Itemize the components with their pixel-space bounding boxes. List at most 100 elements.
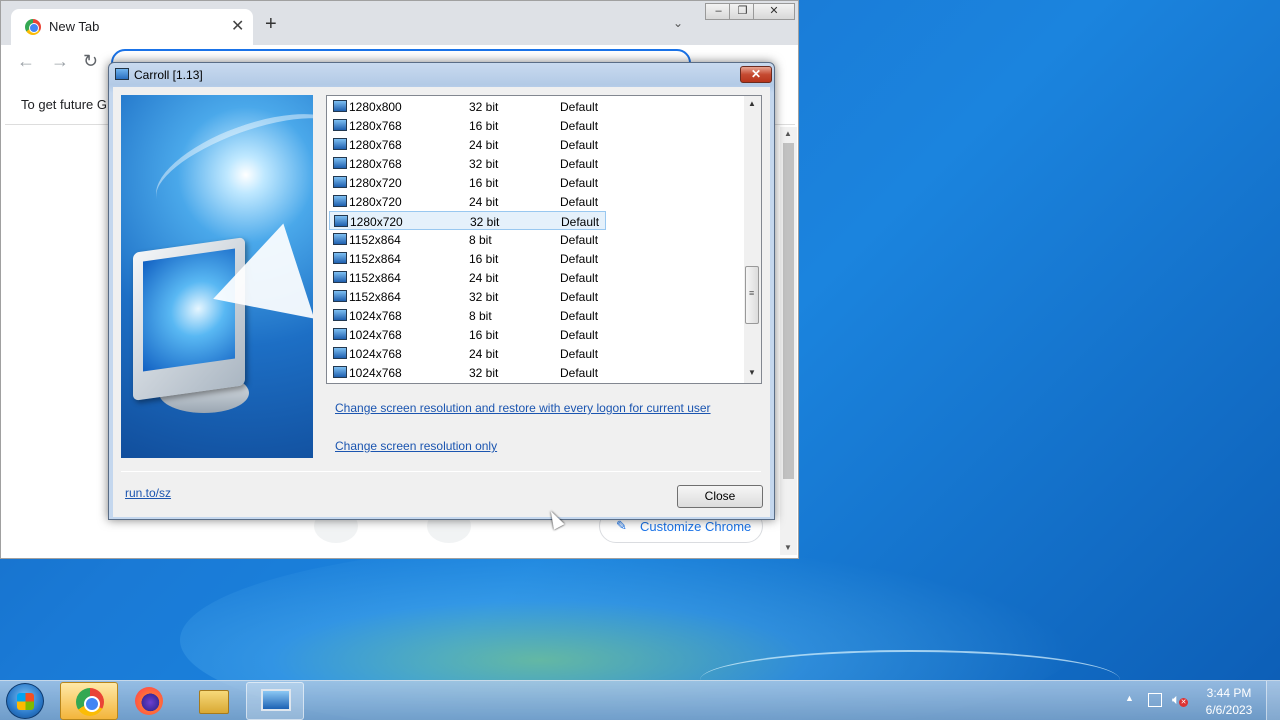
taskbar: ▲ 🔈︎ ✕ 3:44 PM 6/6/2023 <box>0 680 1280 720</box>
resolution-frequency: Default <box>560 119 599 133</box>
resolution-row[interactable]: 1280x768 24 bit Default <box>329 135 606 154</box>
resolution-list[interactable]: 1280x800 32 bit Default 1280x768 16 bit Defau… <box>326 95 762 384</box>
dialog-body: 1280x800 32 bit Default 1280x768 16 bit Defau… <box>113 87 770 517</box>
resolution-color-depth: 24 bit <box>469 347 499 361</box>
forward-arrow-icon[interactable]: → <box>51 51 69 72</box>
resolution-size: 1280x768 <box>349 157 402 171</box>
resolution-color-depth: 32 bit <box>469 290 499 304</box>
taskbar-firefox[interactable] <box>120 682 178 720</box>
start-button[interactable] <box>6 683 44 719</box>
resolution-row[interactable]: 1280x720 32 bit Default <box>329 211 606 230</box>
show-desktop-button[interactable] <box>1266 681 1280 720</box>
run-to-sz-link[interactable]: run.to/sz <box>125 486 171 500</box>
monitor-icon <box>333 138 347 150</box>
monitor-icon <box>333 252 347 264</box>
taskbar-carroll[interactable] <box>246 682 304 720</box>
action-center-flag-icon[interactable] <box>1148 693 1162 707</box>
resolution-frequency: Default <box>560 195 599 209</box>
pencil-icon: ✎ <box>616 518 627 533</box>
chrome-tab-new-tab[interactable]: New Tab ✕ <box>11 9 253 45</box>
clock-date[interactable]: 6/6/2023 <box>1200 703 1258 717</box>
scroll-up-icon[interactable]: ▲ <box>784 129 792 138</box>
resolution-row[interactable]: 1280x768 16 bit Default <box>329 116 606 135</box>
page-scrollbar[interactable]: ▲ ▼ <box>780 127 797 555</box>
reload-icon[interactable]: ↻ <box>83 51 98 72</box>
resolution-row[interactable]: 1280x768 32 bit Default <box>329 154 606 173</box>
window-close-button[interactable]: ✕ <box>753 3 795 20</box>
chrome-logo-icon <box>25 19 41 35</box>
resolution-color-depth: 16 bit <box>469 252 499 266</box>
resolution-row[interactable]: 1152x864 16 bit Default <box>329 249 606 268</box>
page-scrollbar-thumb[interactable] <box>783 143 794 479</box>
monitor-icon <box>261 689 291 711</box>
monitor-icon <box>333 176 347 188</box>
resolution-frequency: Default <box>560 290 599 304</box>
muted-x-icon: ✕ <box>1179 698 1188 707</box>
chrome-icon <box>76 688 104 716</box>
monitor-icon <box>333 233 347 245</box>
resolution-color-depth: 32 bit <box>469 157 499 171</box>
resolution-color-depth: 16 bit <box>469 119 499 133</box>
monitor-icon <box>333 328 347 340</box>
resolution-row[interactable]: 1024x768 8 bit Default <box>329 306 606 325</box>
resolution-row[interactable]: 1152x864 32 bit Default <box>329 287 606 306</box>
tab-search-chevron-icon[interactable]: ⌄ <box>673 16 683 30</box>
taskbar-chrome[interactable] <box>60 682 118 720</box>
resolution-frequency: Default <box>560 176 599 190</box>
scroll-down-icon[interactable]: ▼ <box>748 368 756 377</box>
grip-icon: ≡ <box>749 288 755 298</box>
resolution-frequency: Default <box>560 252 599 266</box>
resolution-size: 1280x720 <box>350 215 403 229</box>
monitor-icon <box>333 309 347 321</box>
resolution-row[interactable]: 1152x864 24 bit Default <box>329 268 606 287</box>
change-and-restore-link[interactable]: Change screen resolution and restore wit… <box>335 401 711 415</box>
monitor-icon <box>115 68 129 80</box>
resolution-size: 1280x768 <box>349 119 402 133</box>
tab-close-icon[interactable]: ✕ <box>231 16 244 36</box>
windows-logo-icon <box>17 693 34 710</box>
resolution-size: 1152x864 <box>349 252 401 266</box>
clock-time[interactable]: 3:44 PM <box>1200 686 1258 700</box>
close-button[interactable]: Close <box>677 485 763 508</box>
scroll-up-icon[interactable]: ▲ <box>748 99 756 108</box>
resolution-frequency: Default <box>560 328 599 342</box>
resolution-row[interactable]: 1152x864 8 bit Default <box>329 230 606 249</box>
folder-icon <box>199 690 229 714</box>
resolution-size: 1152x864 <box>349 290 401 304</box>
monitor-icon <box>333 157 347 169</box>
resolution-row[interactable]: 1024x768 24 bit Default <box>329 344 606 363</box>
show-hidden-icons-chevron-icon[interactable]: ▲ <box>1125 693 1134 703</box>
resolution-list-scrollbar[interactable]: ▲ ≡ ▼ <box>744 96 761 383</box>
resolution-frequency: Default <box>560 157 599 171</box>
resolution-size: 1280x800 <box>349 100 402 114</box>
resolution-frequency: Default <box>560 100 599 114</box>
back-arrow-icon[interactable]: ← <box>17 51 35 72</box>
resolution-frequency: Default <box>561 215 600 229</box>
customize-chrome-label: Customize Chrome <box>640 519 752 534</box>
divider <box>121 471 761 472</box>
resolution-color-depth: 24 bit <box>469 195 499 209</box>
resolution-row[interactable]: 1280x720 16 bit Default <box>329 173 606 192</box>
resolution-row[interactable]: 1280x800 32 bit Default <box>329 97 606 116</box>
change-only-link[interactable]: Change screen resolution only <box>335 439 497 453</box>
scroll-down-icon[interactable]: ▼ <box>784 543 792 552</box>
firefox-icon <box>135 687 163 715</box>
resolution-size: 1152x864 <box>349 233 401 247</box>
resolution-size: 1024x768 <box>349 309 402 323</box>
resolution-row[interactable]: 1024x768 32 bit Default <box>329 363 606 382</box>
resolution-size: 1280x720 <box>349 195 402 209</box>
resolution-row[interactable]: 1024x768 16 bit Default <box>329 325 606 344</box>
resolution-row[interactable]: 1280x720 24 bit Default <box>329 192 606 211</box>
monitor-icon <box>333 100 347 112</box>
window-restore-button[interactable]: ❐ <box>729 3 756 20</box>
new-tab-button[interactable]: + <box>265 14 277 34</box>
monitor-icon <box>333 347 347 359</box>
monitor-icon <box>333 271 347 283</box>
resolution-list-scrollbar-thumb[interactable]: ≡ <box>745 266 759 324</box>
monitor-icon <box>334 215 348 227</box>
dialog-titlebar[interactable]: Carroll [1.13] ✕ <box>109 63 774 87</box>
dialog-close-icon[interactable]: ✕ <box>740 66 772 83</box>
taskbar-file-explorer[interactable] <box>184 682 242 720</box>
window-minimize-button[interactable]: – <box>705 3 732 20</box>
resolution-color-depth: 16 bit <box>469 328 499 342</box>
